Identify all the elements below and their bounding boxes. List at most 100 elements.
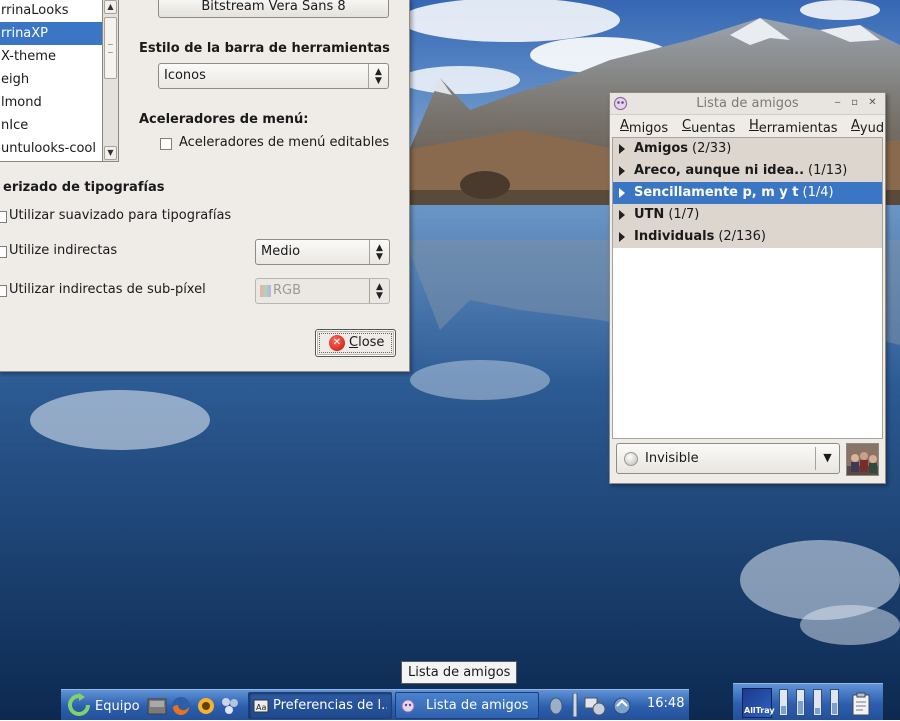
system-monitor-meter[interactable]: [830, 689, 839, 716]
subpixel-order-combo[interactable]: RGB ▲ ▼: [255, 278, 390, 304]
theme-list-item[interactable]: lmond: [0, 91, 102, 114]
buddy-group-count: (1/13): [808, 163, 848, 178]
task-preferences-label: Preferencias de l...: [273, 698, 387, 713]
updown-arrows-icon: ▲ ▼: [369, 279, 389, 303]
system-monitor-meter[interactable]: [779, 689, 788, 716]
theme-list-item[interactable]: rrinaLooks: [0, 0, 102, 22]
equipo-label: Equipo: [95, 699, 140, 714]
hinting-combo[interactable]: Medio ▲ ▼: [255, 239, 390, 265]
applets-icon[interactable]: [219, 693, 241, 718]
buddy-group-count: (2/136): [718, 229, 766, 244]
refresh-arrow-icon: [68, 693, 90, 716]
clock[interactable]: 16:48: [647, 696, 684, 711]
close-icon: ✕: [329, 335, 345, 351]
scroll-up-arrow-icon[interactable]: ▲: [104, 0, 117, 14]
buddy-list-menubar: Amigos Cuentas Herramientas Ayud: [610, 115, 885, 138]
expander-triangle-icon[interactable]: [619, 166, 625, 176]
menu-amigos[interactable]: Amigos: [620, 118, 668, 136]
font-select-button[interactable]: Bitstream Vera Sans 8: [158, 0, 389, 18]
task-preferences[interactable]: Aa Preferencias de l...: [248, 692, 392, 719]
rgb-swatch-icon: [260, 285, 271, 297]
menu-ayuda[interactable]: Ayud: [851, 118, 884, 136]
editable-accelerators-checkbox[interactable]: [160, 138, 172, 150]
close-button-label: Close: [349, 335, 385, 350]
editable-accelerators-label: Aceleradores de menú editables: [179, 135, 390, 150]
buddy-group-row[interactable]: Amigos (2/33): [613, 138, 882, 160]
scrollbar-thumb[interactable]: [104, 17, 117, 79]
font-rendering-heading: erizado de tipografías: [3, 180, 165, 195]
network-tray-icon[interactable]: [547, 693, 565, 718]
svg-text:Aa: Aa: [256, 703, 266, 712]
theme-list-item[interactable]: rrinaXP: [0, 22, 102, 45]
subpixel-order-value: RGB: [273, 283, 302, 298]
system-monitor-meter[interactable]: [796, 689, 805, 716]
subpixel-label: Utilizar indirectas de sub-píxel: [9, 282, 206, 297]
status-selector[interactable]: Invisible ▼: [616, 443, 840, 474]
expander-triangle-icon[interactable]: [619, 188, 625, 198]
taskbar-tooltip: Lista de amigos: [401, 661, 518, 684]
buddy-list-window: Lista de amigos ‒ ▫ ✕ Amigos Cuentas Her…: [609, 92, 886, 484]
subpixel-checkbox[interactable]: [0, 285, 7, 297]
pidgin-launcher-icon[interactable]: [195, 693, 217, 718]
task-buddy-list-label: Lista de amigos: [426, 698, 529, 713]
toolbar-style-heading: Estilo de la barra de herramientas: [139, 41, 390, 56]
buddy-group-name: Areco, aunque ni idea.. (1/13): [634, 163, 848, 178]
hinting-checkbox[interactable]: [0, 246, 7, 258]
system-monitor-meter[interactable]: [813, 689, 822, 716]
toolbar-style-combo[interactable]: Iconos ▲ ▼: [158, 63, 389, 89]
buddy-group-name: UTN (1/7): [634, 207, 700, 222]
antialias-checkbox[interactable]: [0, 211, 7, 223]
maximize-icon[interactable]: ▫: [848, 96, 861, 110]
hinting-label: Utilize indirectas: [9, 243, 118, 258]
antialias-label: Utilizar suavizado para tipografías: [9, 208, 232, 223]
minimize-icon[interactable]: ‒: [831, 96, 844, 110]
file-manager-icon[interactable]: [147, 693, 167, 718]
updown-arrows-icon: ▲ ▼: [369, 240, 389, 264]
buddy-tree[interactable]: Amigos (2/33) Areco, aunque ni idea.. (1/13…: [612, 137, 883, 439]
menu-herramientas[interactable]: Herramientas: [749, 118, 838, 136]
updown-arrows-icon: ▲ ▼: [368, 64, 388, 88]
taskbar: Equipo Aa Preferencias de l... Lista de …: [61, 689, 689, 720]
clipboard-icon[interactable]: [851, 692, 871, 716]
update-tray-icon[interactable]: [612, 693, 632, 718]
buddy-group-row[interactable]: UTN (1/7): [613, 204, 882, 226]
hinting-value: Medio: [261, 244, 301, 259]
buddy-icon-avatar[interactable]: [846, 443, 879, 476]
buddy-group-name: Individuals (2/136): [634, 229, 766, 244]
theme-list-scrollbar[interactable]: ▲ ▼: [103, 0, 119, 162]
buddy-group-row[interactable]: Areco, aunque ni idea.. (1/13): [613, 160, 882, 182]
buddy-list-titlebar[interactable]: Lista de amigos ‒ ▫ ✕: [610, 93, 885, 115]
right-tray-panel: AllTray: [733, 683, 883, 720]
expander-triangle-icon[interactable]: [619, 210, 625, 220]
expander-triangle-icon[interactable]: [619, 232, 625, 242]
pidgin-app-icon: [401, 699, 415, 713]
window-close-icon[interactable]: ✕: [866, 96, 879, 110]
buddy-group-name: Sencillamente p, m y t (1/4): [634, 185, 834, 200]
firefox-icon[interactable]: [170, 693, 192, 718]
appearance-preferences-window: rrinaLooks rrinaXP X-theme eigh lmond nIce unt…: [0, 0, 410, 372]
buddy-group-count: (1/7): [668, 207, 700, 222]
buddy-group-row[interactable]: Individuals (2/136): [613, 226, 882, 248]
theme-list-item[interactable]: eigh: [0, 68, 102, 91]
equipo-menu-button[interactable]: Equipo: [65, 693, 145, 718]
buddy-group-count: (2/33): [692, 141, 732, 156]
expander-triangle-icon[interactable]: [619, 144, 625, 154]
theme-list-item[interactable]: nIce: [0, 114, 102, 137]
scroll-down-arrow-icon[interactable]: ▼: [104, 146, 117, 160]
chat-tray-icon[interactable]: [583, 693, 609, 718]
buddy-group-row[interactable]: Sencillamente p, m y t (1/4): [613, 182, 882, 204]
task-buddy-list[interactable]: Lista de amigos: [395, 692, 539, 719]
volume-slider[interactable]: [571, 692, 579, 718]
invisible-status-icon: [624, 452, 638, 466]
theme-list-item[interactable]: untulooks-cool: [0, 137, 102, 160]
chevron-down-icon: ▼: [815, 447, 839, 470]
theme-list[interactable]: rrinaLooks rrinaXP X-theme eigh lmond nIce unt…: [0, 0, 103, 162]
close-button[interactable]: ✕ Close: [315, 329, 396, 357]
alltray-icon[interactable]: AllTray: [742, 688, 775, 718]
buddy-group-count: (1/4): [802, 185, 834, 200]
menu-accelerators-heading: Aceleradores de menú:: [139, 112, 309, 127]
status-label: Invisible: [645, 451, 699, 466]
menu-cuentas[interactable]: Cuentas: [682, 118, 735, 136]
preferences-app-icon: Aa: [253, 699, 269, 713]
theme-list-item[interactable]: X-theme: [0, 45, 102, 68]
